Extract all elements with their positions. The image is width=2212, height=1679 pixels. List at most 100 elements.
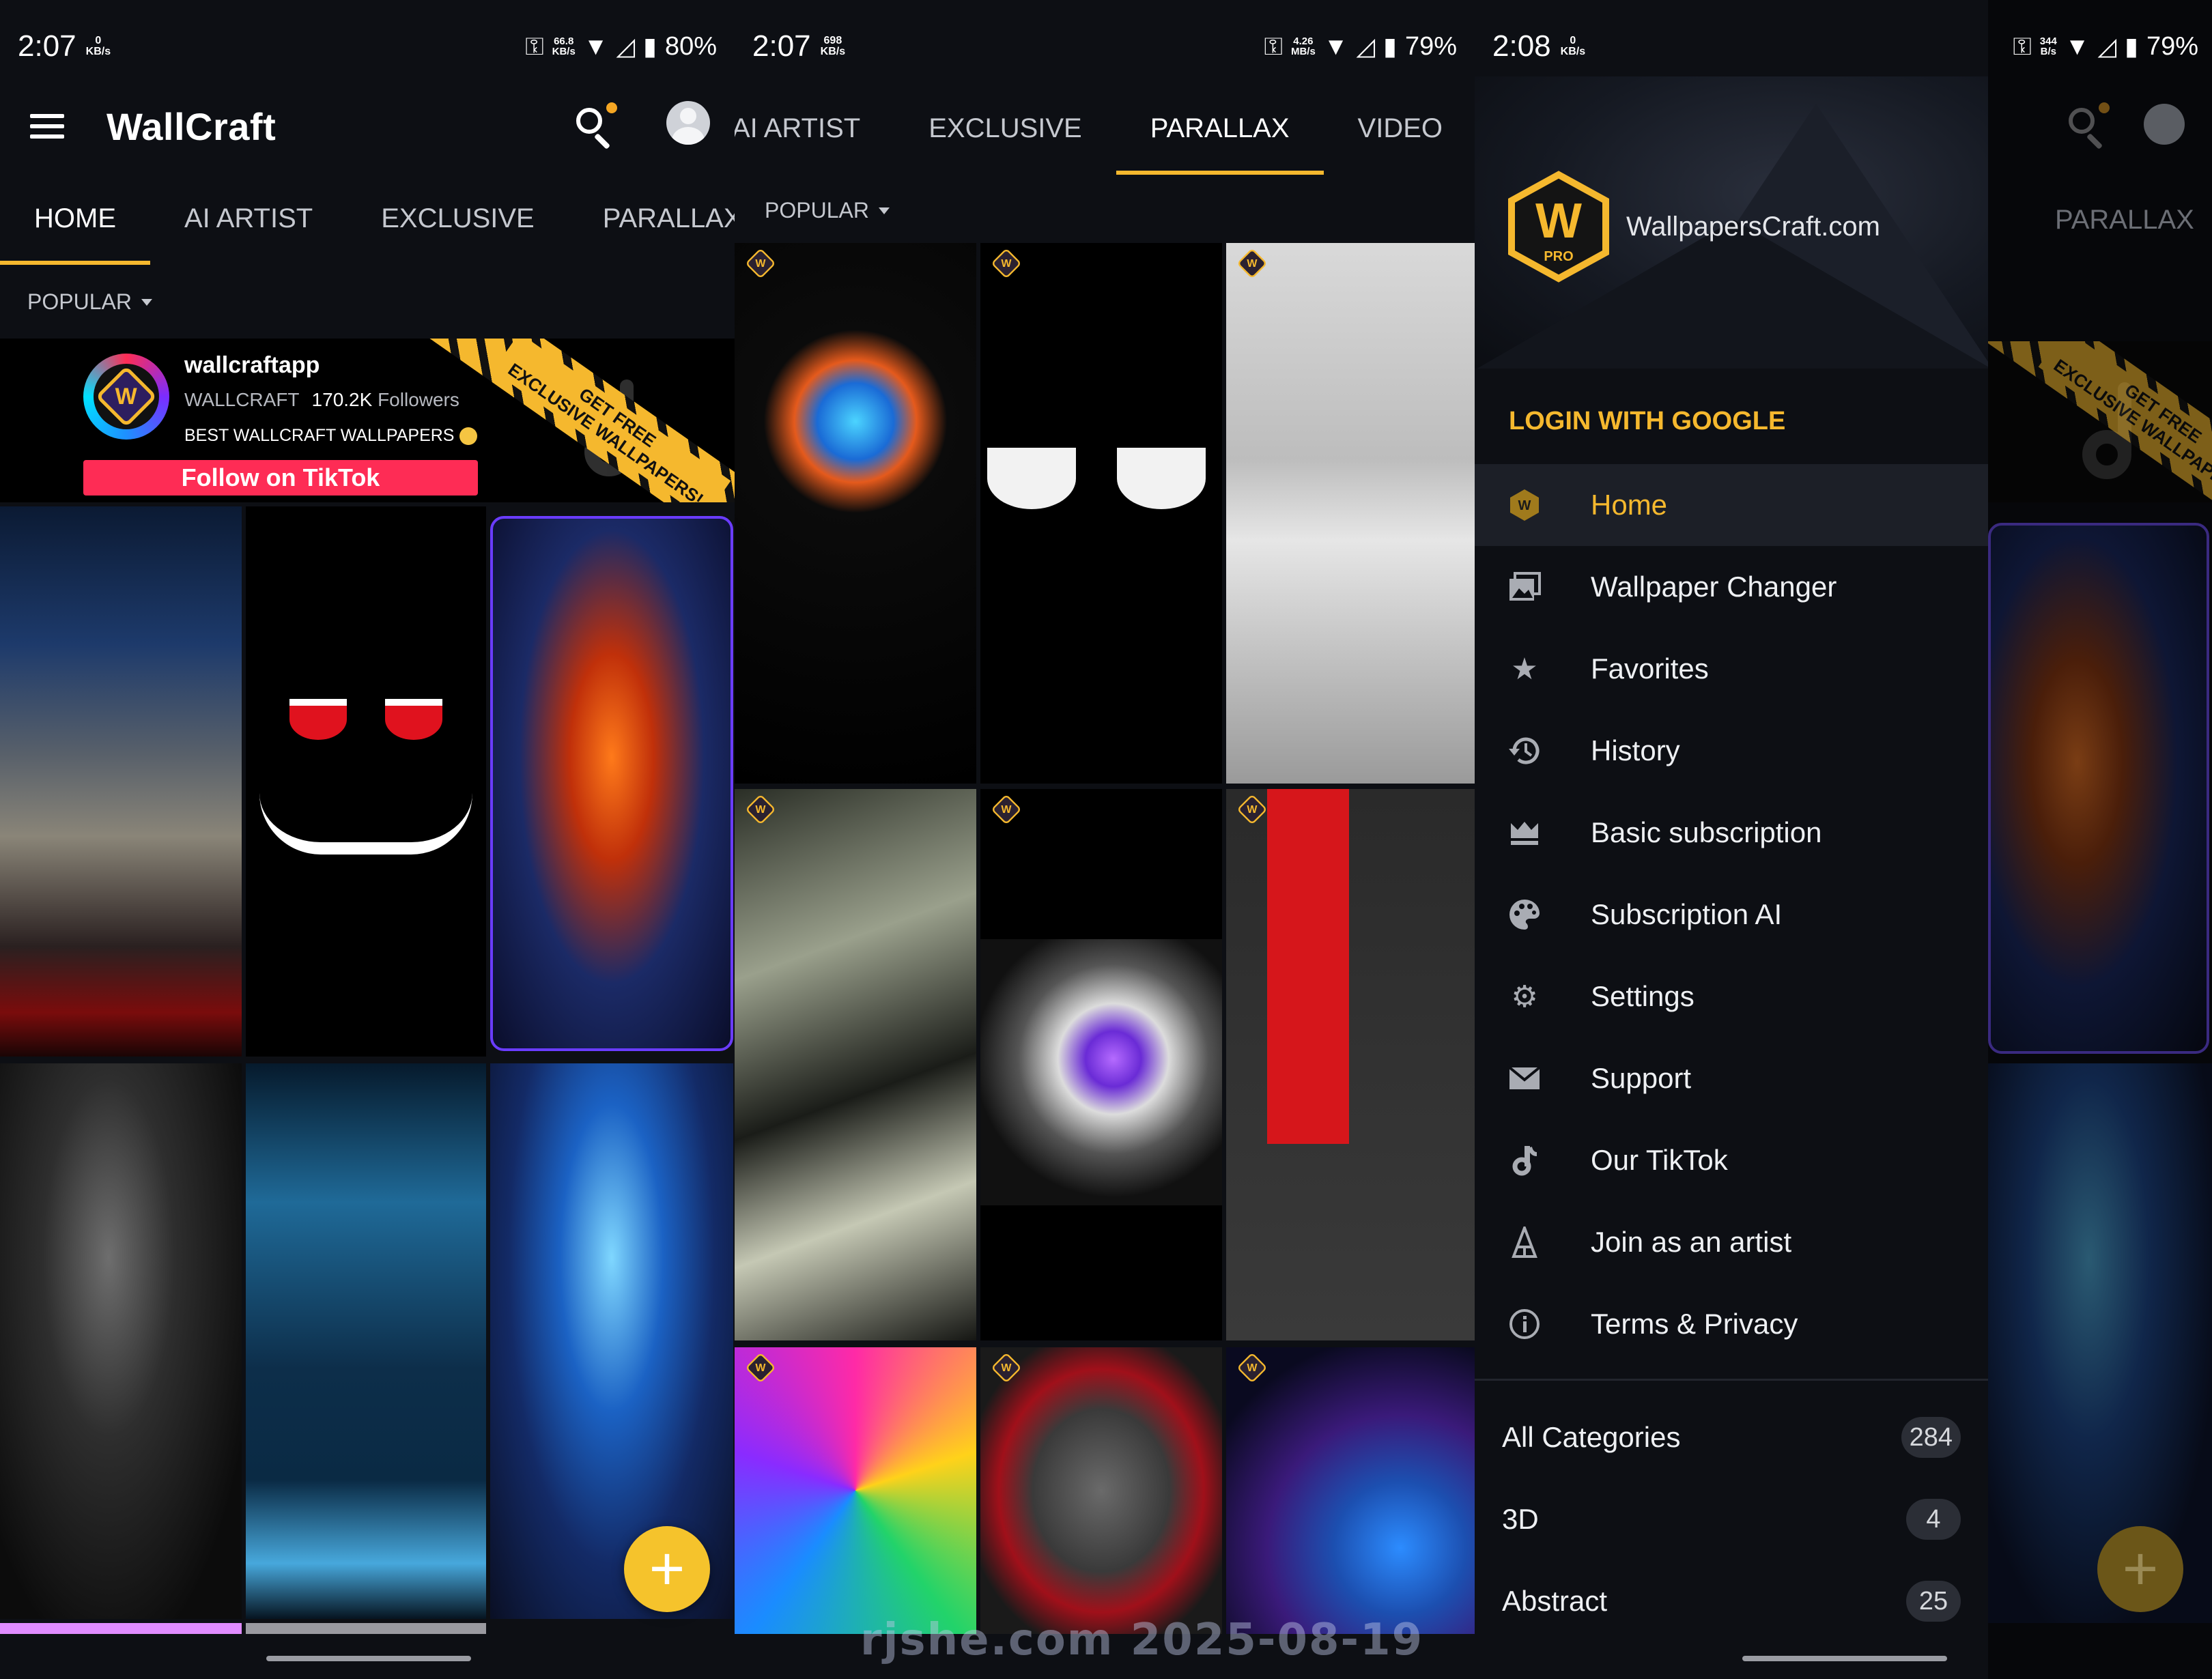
banner-description: BEST WALLCRAFT WALLPAPERS: [184, 426, 478, 446]
avatar[interactable]: [666, 101, 710, 145]
menu-item-settings[interactable]: ⚙ Settings: [1475, 956, 1988, 1037]
tiktok-banner: GET FREE EXCLUSIVE WALLPAPERS!: [1988, 341, 2212, 502]
dimmed-home-screen[interactable]: ⚿ 344 B/s ▼ ◿ ▮ 79% PARALLAX GET FREE EXCL…: [1988, 0, 2212, 1679]
star-icon: ★: [1511, 652, 1538, 686]
network-speed: 0 KB/s: [1560, 35, 1586, 57]
tab-parallax[interactable]: PARALLAX: [569, 172, 735, 265]
home-screen: 2:07 0 KB/s ⚿ 66.8 KB/s ▼ ◿ ▮ 80% WallCra…: [0, 0, 735, 1679]
tab-exclusive[interactable]: EXCLUSIVE: [894, 82, 1116, 175]
tab-parallax: PARALLAX: [2055, 205, 2194, 235]
status-time: 2:07: [18, 29, 76, 63]
search-icon: [2063, 102, 2111, 150]
wallpaper-tile[interactable]: W: [735, 243, 976, 784]
app-toolbar: WallCraft: [0, 82, 735, 171]
wallcraft-badge-icon: W: [1236, 1352, 1268, 1383]
category-item-all[interactable]: All Categories 284: [1502, 1396, 1961, 1478]
wifi-icon: ▼: [1323, 32, 1348, 60]
wallpaper-tile[interactable]: W: [980, 243, 1222, 784]
home-icon: W: [1502, 487, 1547, 523]
sort-dropdown[interactable]: POPULAR: [27, 289, 152, 315]
gesture-bar: [1742, 1656, 1947, 1661]
menu-item-favorites[interactable]: ★ Favorites: [1475, 628, 1988, 710]
status-bar: 2:08 0 KB/s: [1475, 0, 1988, 93]
notification-dot: [606, 102, 617, 113]
tab-ai-artist[interactable]: AI ARTIST: [735, 82, 894, 175]
gear-icon: ⚙: [1511, 979, 1538, 1014]
menu-item-wallpaper-changer[interactable]: Wallpaper Changer: [1475, 546, 1988, 628]
menu-icon[interactable]: [30, 114, 64, 139]
menu-item-basic-subscription[interactable]: Basic subscription: [1475, 792, 1988, 874]
app-title: WallCraft: [107, 104, 276, 148]
count-badge: 284: [1901, 1417, 1961, 1458]
search-icon[interactable]: [571, 102, 619, 150]
tab-parallax[interactable]: PARALLAX: [1116, 82, 1324, 175]
wallpaper-tile[interactable]: W: [1226, 1347, 1475, 1634]
wallpaper-tile[interactable]: [246, 1063, 486, 1619]
wallpaper-tile[interactable]: [490, 1063, 733, 1619]
crown-icon: [1502, 815, 1547, 850]
wallcraft-badge-icon: W: [991, 248, 1022, 279]
chevron-down-icon: [141, 298, 152, 306]
category-item-abstract[interactable]: Abstract 25: [1502, 1560, 1961, 1642]
history-icon: [1502, 733, 1547, 769]
wallcraft-badge-icon: W: [1236, 248, 1268, 279]
signal-icon: ◿: [616, 32, 636, 60]
add-button[interactable]: +: [624, 1526, 710, 1612]
category-item-3d[interactable]: 3D 4: [1502, 1478, 1961, 1560]
info-icon: [1502, 1306, 1547, 1342]
wallcraft-logo: W: [83, 354, 169, 440]
wallpaper-tile[interactable]: W: [980, 1347, 1222, 1634]
menu-item-terms-privacy[interactable]: Terms & Privacy: [1475, 1283, 1988, 1365]
menu-item-our-tiktok[interactable]: Our TikTok: [1475, 1119, 1988, 1201]
wallcraft-pro-logo: W PRO: [1508, 171, 1609, 283]
battery-icon: ▮: [643, 32, 657, 60]
menu-item-support[interactable]: Support: [1475, 1037, 1988, 1119]
wallpaper-tile[interactable]: W: [1226, 243, 1475, 784]
tab-exclusive[interactable]: EXCLUSIVE: [347, 172, 569, 265]
battery-icon: ▮: [1383, 32, 1397, 60]
wallcraft-badge-icon: W: [991, 1352, 1022, 1383]
wallpaper-tile: [1988, 523, 2209, 1054]
vpn-key-icon: ⚿: [1264, 31, 1283, 60]
emoji-icon: [459, 427, 478, 446]
wallpaper-tile[interactable]: W: [735, 1347, 976, 1634]
drawer-menu: W Home Wallpaper Changer ★ Favorites His…: [1475, 464, 1988, 1365]
menu-item-join-as-artist[interactable]: Join as an artist: [1475, 1201, 1988, 1283]
tab-ai-artist[interactable]: AI ARTIST: [150, 172, 347, 265]
network-speed: 0 KB/s: [85, 35, 111, 57]
status-time: 2:08: [1492, 29, 1551, 63]
network-speed: 698 KB/s: [820, 35, 846, 57]
wallpaper-tile[interactable]: [0, 1063, 242, 1619]
menu-item-home[interactable]: W Home: [1475, 464, 1988, 546]
tiktok-account-name: wallcraftapp: [184, 352, 320, 378]
battery-level: 79%: [1404, 31, 1457, 61]
download-speed: 66.8 KB/s: [552, 35, 576, 57]
wallpaper-tile[interactable]: W: [1226, 789, 1475, 1340]
signal-icon: ◿: [2097, 32, 2117, 60]
menu-item-history[interactable]: History: [1475, 710, 1988, 792]
tiktok-banner[interactable]: GET FREE EXCLUSIVE WALLPAPERS! W wallcraf…: [0, 339, 735, 502]
wallpaper-tile[interactable]: W: [735, 789, 976, 1340]
vpn-key-icon: ⚿: [2013, 31, 2032, 60]
wallcraft-badge-icon: W: [745, 248, 776, 279]
tab-video[interactable]: VIDEO: [1324, 82, 1475, 175]
divider: [1475, 1379, 1988, 1381]
follow-tiktok-button[interactable]: Follow on TikTok: [83, 460, 478, 496]
wallcraft-badge-icon: W: [991, 794, 1022, 825]
download-speed: 344 B/s: [2039, 35, 2057, 57]
menu-item-subscription-ai[interactable]: Subscription AI: [1475, 874, 1988, 956]
svg-text:W: W: [1518, 498, 1531, 513]
battery-icon: ▮: [2125, 32, 2138, 60]
download-speed: 4.26 MB/s: [1290, 35, 1316, 57]
category-tabs: AI ARTIST EXCLUSIVE PARALLAX VIDEO: [735, 82, 1475, 175]
wallpaper-tile[interactable]: [0, 506, 242, 1057]
wallcraft-badge-icon: W: [1236, 794, 1268, 825]
wallpaper-tile[interactable]: [246, 506, 486, 1057]
wallpaper-changer-icon: [1502, 569, 1547, 605]
wallpaper-tile[interactable]: [490, 516, 733, 1051]
login-with-google-button[interactable]: LOGIN WITH GOOGLE: [1509, 407, 1785, 436]
tab-home[interactable]: HOME: [0, 172, 150, 265]
status-time: 2:07: [752, 29, 811, 63]
sort-dropdown[interactable]: POPULAR: [765, 198, 890, 223]
wallpaper-tile[interactable]: W: [980, 789, 1222, 1340]
